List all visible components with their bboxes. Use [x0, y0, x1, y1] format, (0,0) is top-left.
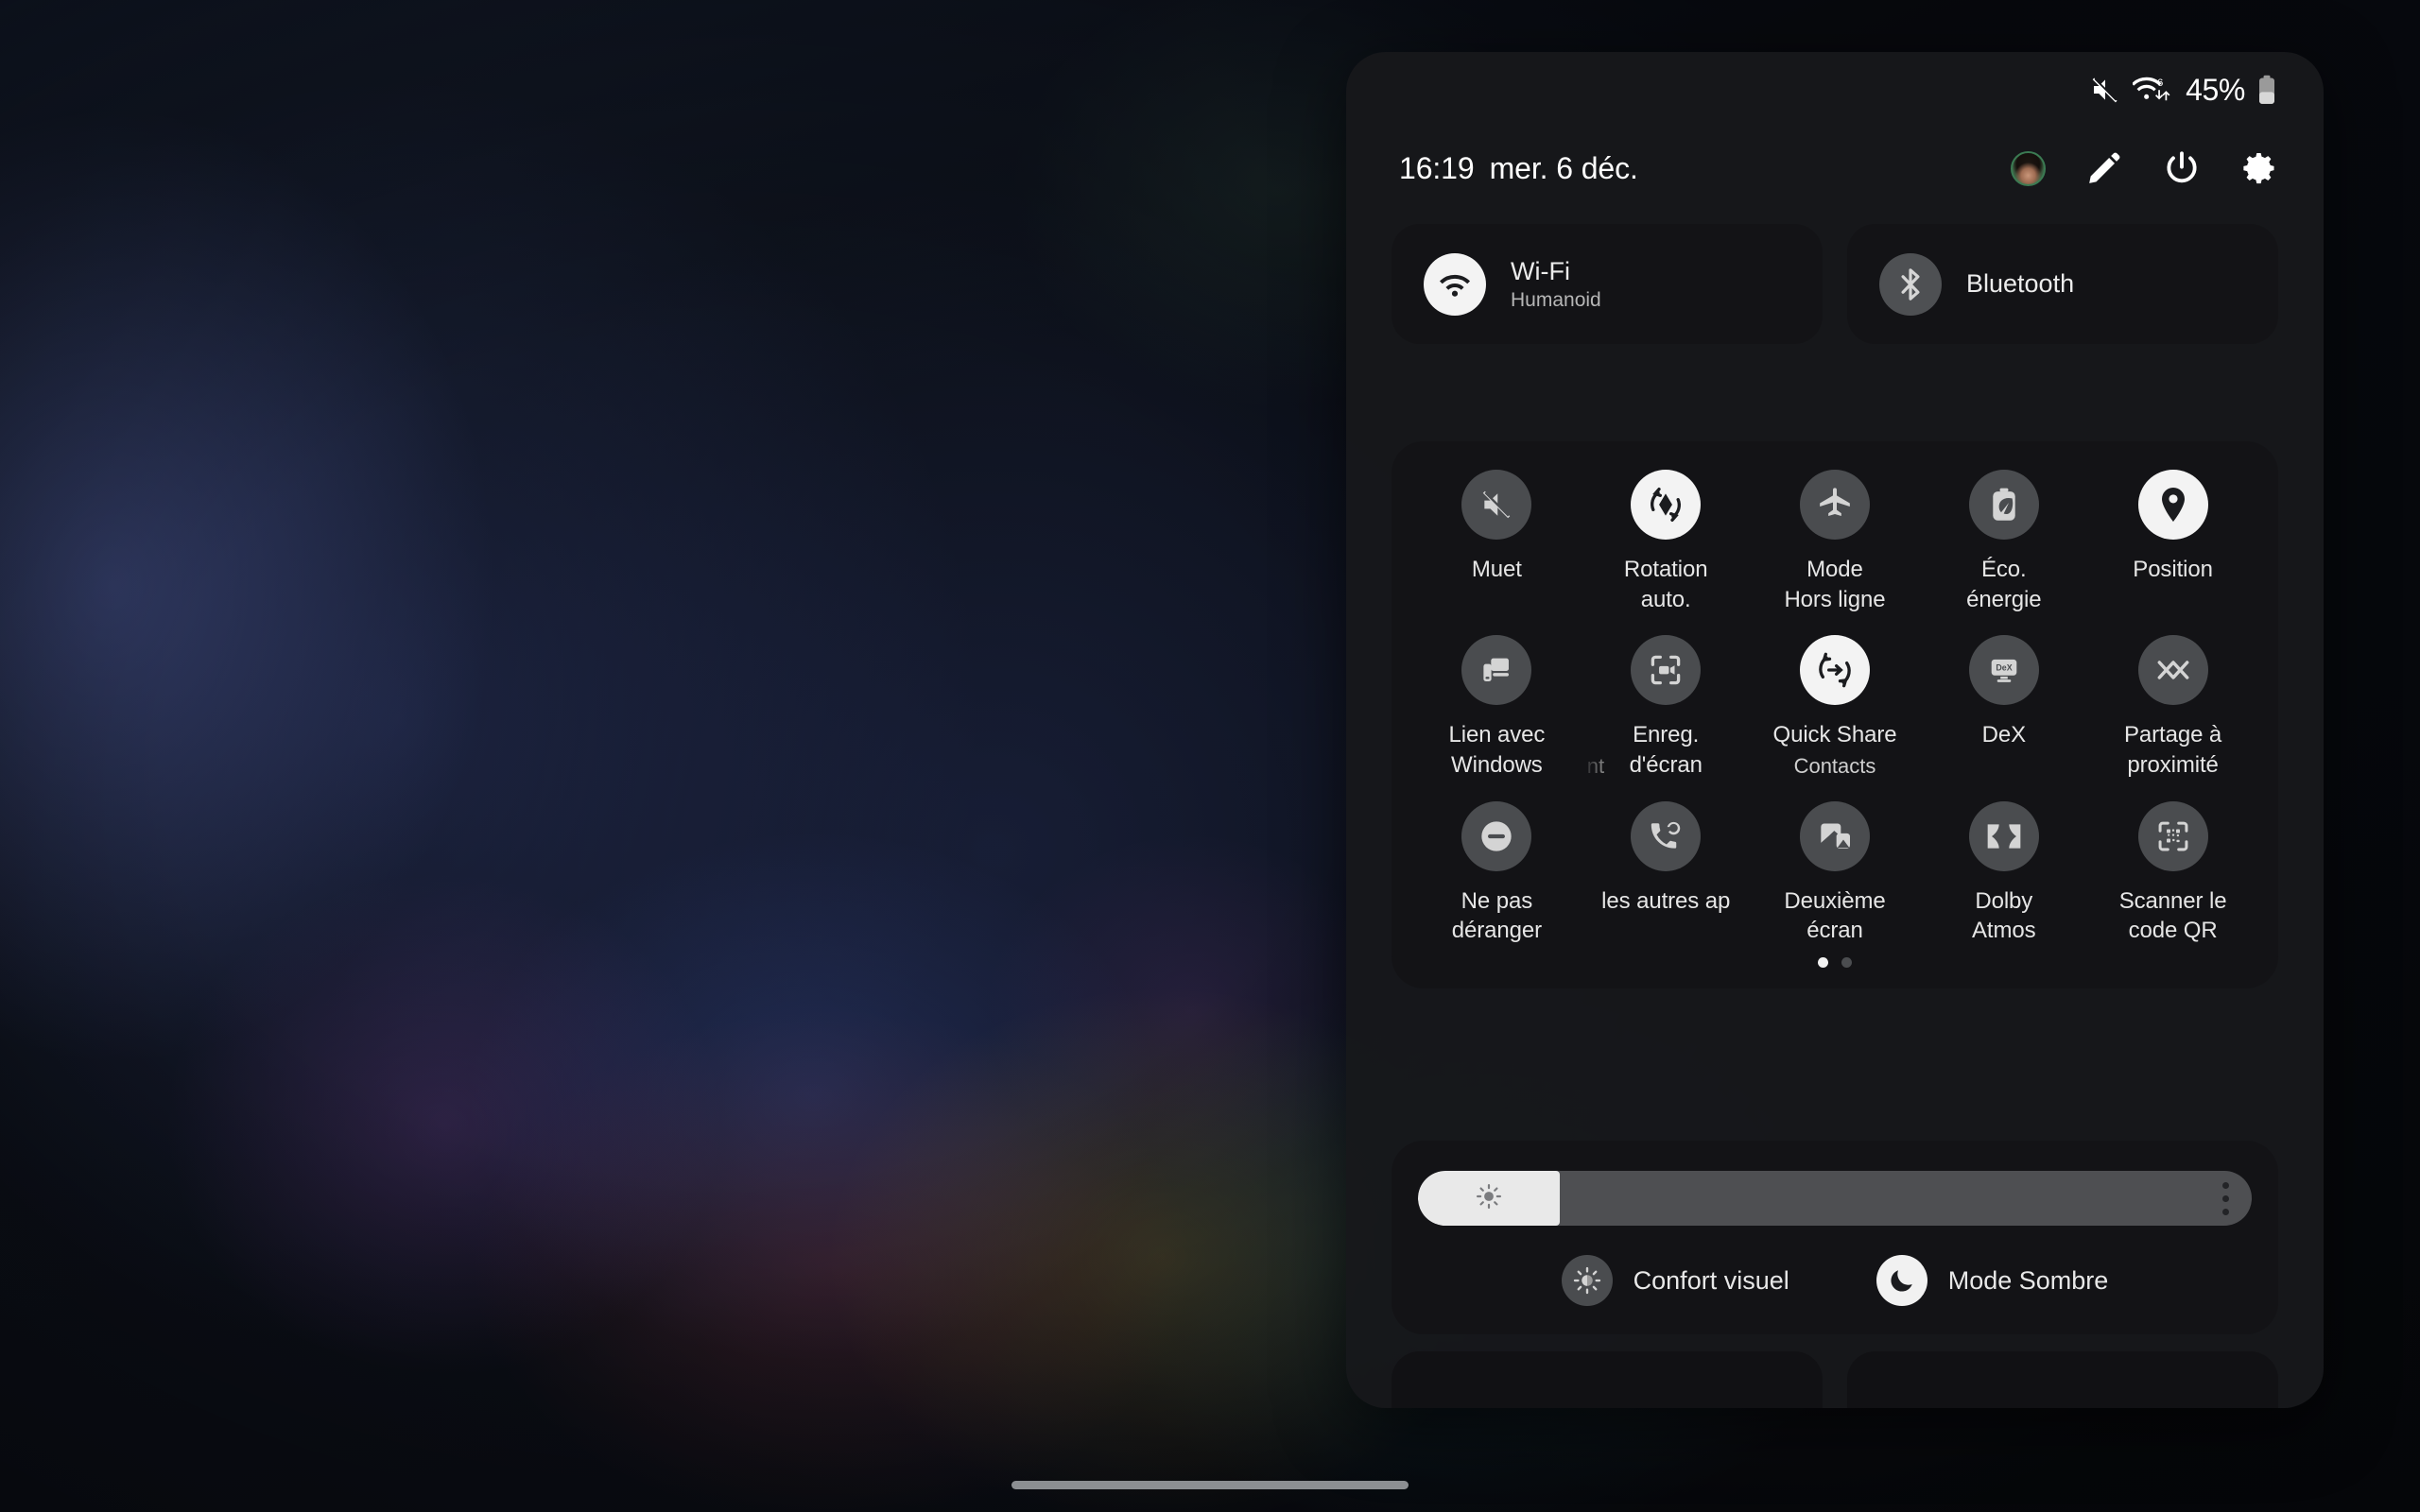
svg-text:DeX: DeX — [1996, 663, 2012, 673]
moon-icon — [1876, 1255, 1927, 1306]
tile-label: Muet — [1471, 557, 1522, 582]
tile-label: Position — [2133, 557, 2213, 582]
tile-label: Quick Share — [1772, 722, 1897, 748]
tile-label: les autres ap — [1601, 887, 1731, 914]
header-actions — [2011, 149, 2278, 187]
connectivity-row: Wi-Fi Humanoid Bluetooth — [1392, 224, 2278, 344]
tile-label: Éco. énergie — [1966, 557, 2042, 612]
display-mode-row: Confort visuel Mode Sombre — [1392, 1246, 2278, 1315]
auto-rotate-icon — [1631, 470, 1702, 540]
dolby-atmos-icon — [1968, 800, 2039, 871]
quick-tiles-card: Muet Rotation auto. Mode Hors ligne Éco.… — [1392, 441, 2278, 989]
eye-comfort-label: Confort visuel — [1633, 1265, 1789, 1295]
qr-scan-icon — [2137, 800, 2208, 871]
dex-icon: DeX — [1968, 635, 2039, 706]
date-label: mer. 6 déc. — [1489, 150, 1638, 185]
eye-comfort-button[interactable]: Confort visuel — [1561, 1255, 1789, 1306]
brightness-slider[interactable] — [1418, 1171, 2252, 1226]
tile-position[interactable]: Position — [2088, 470, 2257, 620]
wifi-text-group: Wi-Fi Humanoid — [1511, 257, 1601, 312]
tile-ne-pas-deranger[interactable]: Ne pas déranger — [1412, 800, 1582, 952]
tile-label: Ne pas déranger — [1451, 887, 1543, 944]
bottom-partial-cards — [1392, 1351, 2278, 1408]
clock-label: 16:19 — [1399, 150, 1475, 185]
tile-quick-share[interactable]: Quick Share Contacts — [1751, 635, 1920, 785]
airplane-icon — [1799, 470, 1870, 540]
quick-share-subtitle: Contacts — [1793, 753, 1876, 778]
tile-partage-proximite[interactable]: Partage à proximité — [2088, 635, 2257, 785]
power-icon[interactable] — [2163, 149, 2201, 187]
nearby-share-icon — [2137, 635, 2208, 706]
wifi-title: Wi-Fi — [1511, 256, 1570, 285]
wifi-icon — [1424, 252, 1486, 316]
tile-label: DeX — [1981, 722, 2026, 748]
quick-share-icon — [1799, 635, 1870, 706]
avatar[interactable] — [2011, 150, 2046, 186]
svg-text:6: 6 — [2157, 77, 2163, 89]
tile-rotation-auto[interactable]: Rotation auto. — [1582, 470, 1751, 620]
tile-row: Ne pas déranger les autres ap Deuxième é… — [1412, 800, 2257, 952]
tile-scanner-qr[interactable]: Scanner le code QR — [2088, 800, 2257, 952]
wifi-tile[interactable]: Wi-Fi Humanoid — [1392, 224, 1823, 344]
bluetooth-title: Bluetooth — [1966, 269, 2075, 298]
quick-share-left-fragment: nt — [1586, 753, 1605, 778]
wifi-subtitle: Humanoid — [1511, 288, 1601, 311]
brightness-slider-fill — [1418, 1171, 1560, 1226]
bottom-card-right[interactable] — [1847, 1351, 2278, 1408]
tile-label: Mode Hors ligne — [1784, 557, 1886, 612]
tile-label: Partage à proximité — [2123, 722, 2222, 779]
home-indicator[interactable] — [1011, 1481, 1409, 1489]
brightness-icon — [1476, 1183, 1502, 1214]
tile-eco-energie[interactable]: Éco. énergie — [1919, 470, 2088, 620]
volume-mute-icon — [2090, 75, 2120, 105]
wifi-6-data-icon: 6 — [2133, 75, 2170, 105]
tile-label: Scanner le code QR — [2118, 887, 2227, 944]
screen-record-icon — [1631, 635, 1702, 706]
page-indicator — [1412, 957, 2257, 969]
tile-label: Lien avec Windows — [1448, 722, 1546, 779]
more-options-icon[interactable] — [2222, 1171, 2229, 1226]
tile-lien-avec-windows[interactable]: Lien avec Windows — [1412, 635, 1582, 785]
dark-mode-label: Mode Sombre — [1947, 1265, 2109, 1295]
bottom-card-left[interactable] — [1392, 1351, 1823, 1408]
dark-mode-button[interactable]: Mode Sombre — [1876, 1255, 2109, 1306]
tile-mode-hors-ligne[interactable]: Mode Hors ligne — [1751, 470, 1920, 620]
tile-row: Lien avec Windows Enreg. d'écran nt Quic… — [1412, 635, 2257, 785]
clock-date-group: 16:19 mer. 6 déc. — [1399, 151, 1638, 186]
tile-enreg-ecran[interactable]: Enreg. d'écran nt — [1582, 635, 1751, 785]
gear-icon[interactable] — [2240, 149, 2278, 187]
tile-deuxieme-ecran[interactable]: Deuxième écran — [1751, 800, 1920, 952]
battery-icon — [2257, 75, 2276, 105]
call-transfer-icon — [1631, 800, 1702, 871]
bluetooth-icon — [1879, 252, 1942, 316]
second-screen-icon — [1799, 800, 1870, 871]
location-pin-icon — [2137, 470, 2208, 540]
bluetooth-text-group: Bluetooth — [1966, 269, 2074, 299]
eye-comfort-icon — [1561, 1255, 1613, 1306]
page-dot-inactive[interactable] — [1841, 957, 1852, 969]
tile-muet[interactable]: Muet — [1412, 470, 1582, 620]
pencil-icon[interactable] — [2085, 149, 2123, 187]
quick-settings-panel: 6 45% 16:19 mer. 6 déc. Wi-Fi Humanoid B… — [1346, 52, 2324, 1408]
bluetooth-tile[interactable]: Bluetooth — [1847, 224, 2278, 344]
brightness-card: Confort visuel Mode Sombre — [1392, 1141, 2278, 1334]
status-bar: 6 45% — [1346, 52, 2324, 128]
page-dot-active[interactable] — [1818, 957, 1828, 969]
tile-dex[interactable]: DeX DeX — [1919, 635, 2088, 785]
sound-mute-icon — [1461, 470, 1532, 540]
tile-autres-applications[interactable]: les autres ap — [1582, 800, 1751, 952]
tile-label: Deuxième écran — [1784, 887, 1886, 944]
tile-dolby-atmos[interactable]: Dolby Atmos — [1919, 800, 2088, 952]
link-to-windows-icon — [1461, 635, 1532, 706]
battery-percent-label: 45% — [2186, 72, 2245, 107]
tile-label: Rotation auto. — [1623, 557, 1708, 612]
battery-leaf-icon — [1968, 470, 2039, 540]
do-not-disturb-icon — [1461, 800, 1532, 871]
tile-label: Dolby Atmos — [1972, 887, 2036, 944]
tile-row: Muet Rotation auto. Mode Hors ligne Éco.… — [1412, 470, 2257, 620]
panel-header: 16:19 mer. 6 déc. — [1346, 135, 2324, 201]
